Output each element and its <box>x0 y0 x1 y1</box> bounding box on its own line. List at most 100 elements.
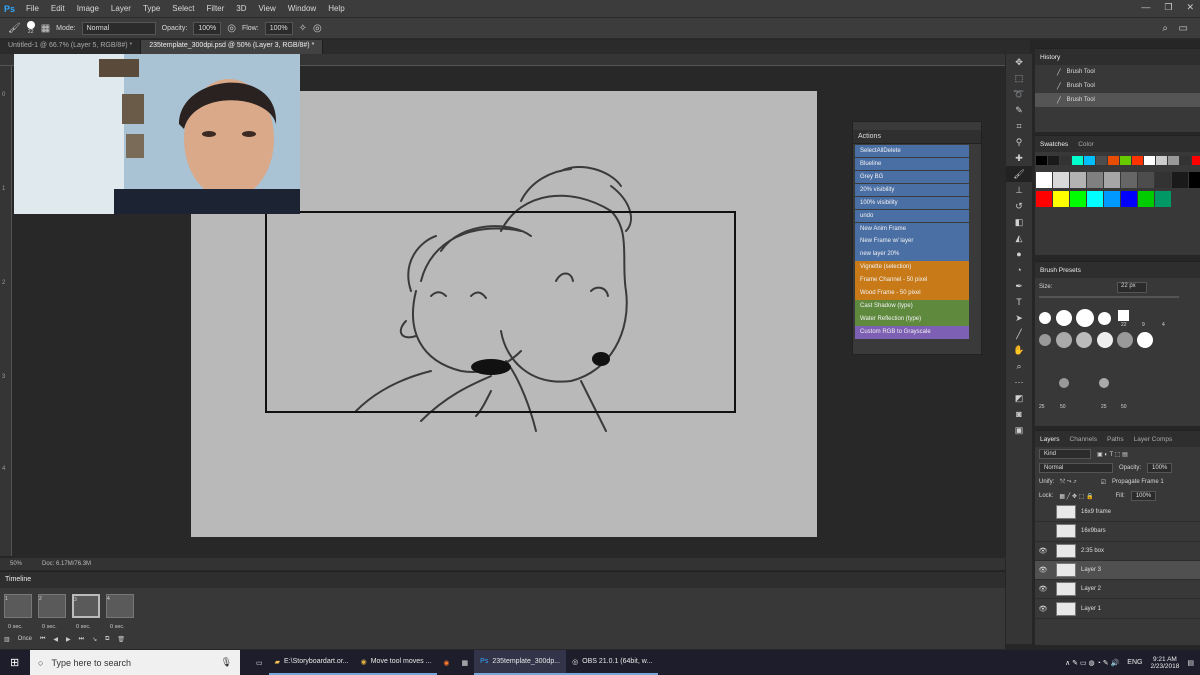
color-swatch[interactable] <box>1053 172 1069 188</box>
task-view-icon[interactable]: ▭ <box>250 650 269 675</box>
color-swatch[interactable] <box>1121 191 1137 207</box>
size-slider[interactable] <box>1039 296 1179 298</box>
pressure-opacity-icon[interactable]: ◎ <box>227 23 236 34</box>
doc-size[interactable]: Doc: 6.17M/76.3M <box>42 561 91 567</box>
tab-layer-comps[interactable]: Layer Comps <box>1134 436 1173 443</box>
brush-preset[interactable] <box>1056 310 1072 326</box>
lasso-tool-icon[interactable]: ➰ <box>1006 86 1032 102</box>
dodge-tool-icon[interactable]: ◔ <box>1006 262 1032 278</box>
line-tool-icon[interactable]: ╱ <box>1006 326 1032 342</box>
flow-field[interactable]: 100% <box>264 21 293 35</box>
action-item[interactable]: Cast Shadow (type) <box>855 300 969 313</box>
move-tool-icon[interactable]: ✥ <box>1006 54 1032 70</box>
color-swatch[interactable] <box>1087 172 1103 188</box>
action-item[interactable]: New Anim Frame <box>855 222 969 235</box>
screen-mode-icon[interactable]: ▣ <box>1006 422 1032 438</box>
zoom-level[interactable]: 50% <box>10 561 22 567</box>
taskbar-app-firefox[interactable]: ◉ <box>437 650 455 675</box>
color-swatch[interactable] <box>1048 156 1059 165</box>
pressure-size-icon[interactable]: ◎ <box>313 23 322 34</box>
layer-opacity-field[interactable]: 100% <box>1147 463 1173 473</box>
eye-icon[interactable]: 👁 <box>1035 566 1051 574</box>
hand-tool-icon[interactable]: ✋ <box>1006 342 1032 358</box>
taskbar-app-chrome[interactable]: ◉ Move tool moves ... <box>354 650 438 675</box>
timeline-frame[interactable]: 3 <box>72 594 100 618</box>
color-swatch[interactable] <box>1070 191 1086 207</box>
action-item[interactable]: New Frame w/ layer <box>855 235 969 248</box>
frame-delay[interactable]: 0 sec. <box>110 624 125 630</box>
pen-tool-icon[interactable]: ✒ <box>1006 278 1032 294</box>
layer-row[interactable]: 16x9 frame <box>1035 503 1200 523</box>
tab-channels[interactable]: Channels <box>1070 436 1097 443</box>
timeline-frame[interactable]: 2 <box>38 594 66 618</box>
brush-presets-title[interactable]: Brush Presets <box>1040 267 1081 274</box>
action-item[interactable]: Custom RGB to Grayscale <box>855 326 969 339</box>
close-icon[interactable]: ✕ <box>1186 2 1194 13</box>
color-swatch[interactable] <box>1104 172 1120 188</box>
clock[interactable]: 9:21 AM 2/23/2018 <box>1150 656 1179 670</box>
brush-preset[interactable] <box>1059 378 1069 388</box>
color-swatch-icon[interactable]: ◩ <box>1006 390 1032 406</box>
brush-preset[interactable] <box>1097 332 1113 348</box>
propagate-checkbox[interactable]: ☑ <box>1101 479 1106 486</box>
delete-frame-icon[interactable]: 🗑 <box>117 636 125 643</box>
blend-mode-select[interactable]: Normal <box>1039 463 1113 473</box>
color-swatch[interactable] <box>1053 191 1069 207</box>
brush-tool-icon[interactable]: 🖌 <box>1006 166 1032 182</box>
taskbar-app-obs[interactable]: ◎ OBS 21.0.1 (64bit, w... <box>566 650 659 675</box>
convert-icon[interactable]: ▥ <box>4 636 10 643</box>
color-swatch[interactable] <box>1138 172 1154 188</box>
type-tool-icon[interactable]: T <box>1006 294 1032 310</box>
color-swatch[interactable] <box>1172 172 1188 188</box>
brush-preset[interactable] <box>1039 334 1051 346</box>
action-item[interactable]: Grey BG <box>855 170 969 183</box>
frame-delay[interactable]: 0 sec. <box>42 624 57 630</box>
brush-preset[interactable] <box>1118 310 1129 321</box>
frame-delay[interactable]: 0 sec. <box>8 624 23 630</box>
history-item[interactable]: ╱ Brush Tool <box>1035 93 1200 107</box>
color-swatch[interactable] <box>1036 172 1052 188</box>
zoom-tool-icon[interactable]: ⌕ <box>1006 358 1032 374</box>
kind-filter[interactable]: Kind <box>1039 449 1091 459</box>
action-item[interactable]: SelectAllDelete <box>855 144 969 157</box>
crop-tool-icon[interactable]: ⌗ <box>1006 118 1032 134</box>
first-frame-icon[interactable]: ⏮ <box>40 636 45 643</box>
layer-row[interactable]: 👁 Layer 2 <box>1035 580 1200 600</box>
action-item[interactable]: Frame Channel - 50 pixel <box>855 274 969 287</box>
brush-panel-icon[interactable]: ▦ <box>41 23 50 34</box>
color-swatch[interactable] <box>1155 172 1171 188</box>
action-item[interactable]: 20% visibility <box>855 183 969 196</box>
history-brush-icon[interactable]: ↺ <box>1006 198 1032 214</box>
lock-icons[interactable]: ▦ ╱ ✥ ⬚ 🔒 <box>1059 493 1093 500</box>
filter-icons[interactable]: ▣ ◐ T ⬚ ▤ <box>1097 451 1128 458</box>
eye-icon[interactable]: 👁 <box>1035 585 1051 593</box>
brush-preset[interactable] <box>1056 332 1072 348</box>
menu-type[interactable]: Type <box>137 4 166 13</box>
fill-field[interactable]: 100% <box>1130 491 1157 501</box>
menu-3d[interactable]: 3D <box>230 4 252 13</box>
color-swatch[interactable] <box>1144 156 1155 165</box>
color-swatch[interactable] <box>1120 156 1131 165</box>
color-swatch[interactable] <box>1180 156 1191 165</box>
healing-tool-icon[interactable]: ✚ <box>1006 150 1032 166</box>
menu-file[interactable]: File <box>20 4 45 13</box>
blur-tool-icon[interactable]: ● <box>1006 246 1032 262</box>
history-title[interactable]: History <box>1040 54 1060 61</box>
timeline-title[interactable]: Timeline <box>0 572 1005 588</box>
action-item[interactable]: 100% visibility <box>855 196 969 209</box>
eye-icon[interactable]: 👁 <box>1035 605 1051 613</box>
color-swatch[interactable] <box>1192 156 1200 165</box>
brush-preset[interactable] <box>1098 312 1111 325</box>
taskbar-app-photoshop[interactable]: Ps 235template_300dp... <box>474 650 567 675</box>
windows-start-icon[interactable]: ⊞ <box>10 656 19 669</box>
duplicate-frame-icon[interactable]: ⧉ <box>105 636 109 643</box>
workspace-icon[interactable]: ▭ <box>1179 23 1188 34</box>
microphone-icon[interactable]: 🎙 <box>221 657 232 668</box>
menu-filter[interactable]: Filter <box>201 4 231 13</box>
color-swatch[interactable] <box>1189 172 1200 188</box>
color-swatch[interactable] <box>1072 156 1083 165</box>
color-swatch[interactable] <box>1132 156 1143 165</box>
action-item[interactable]: Blueline <box>855 157 969 170</box>
marquee-tool-icon[interactable]: ⬚ <box>1006 70 1032 86</box>
history-item[interactable]: ╱ Brush Tool <box>1035 65 1200 79</box>
